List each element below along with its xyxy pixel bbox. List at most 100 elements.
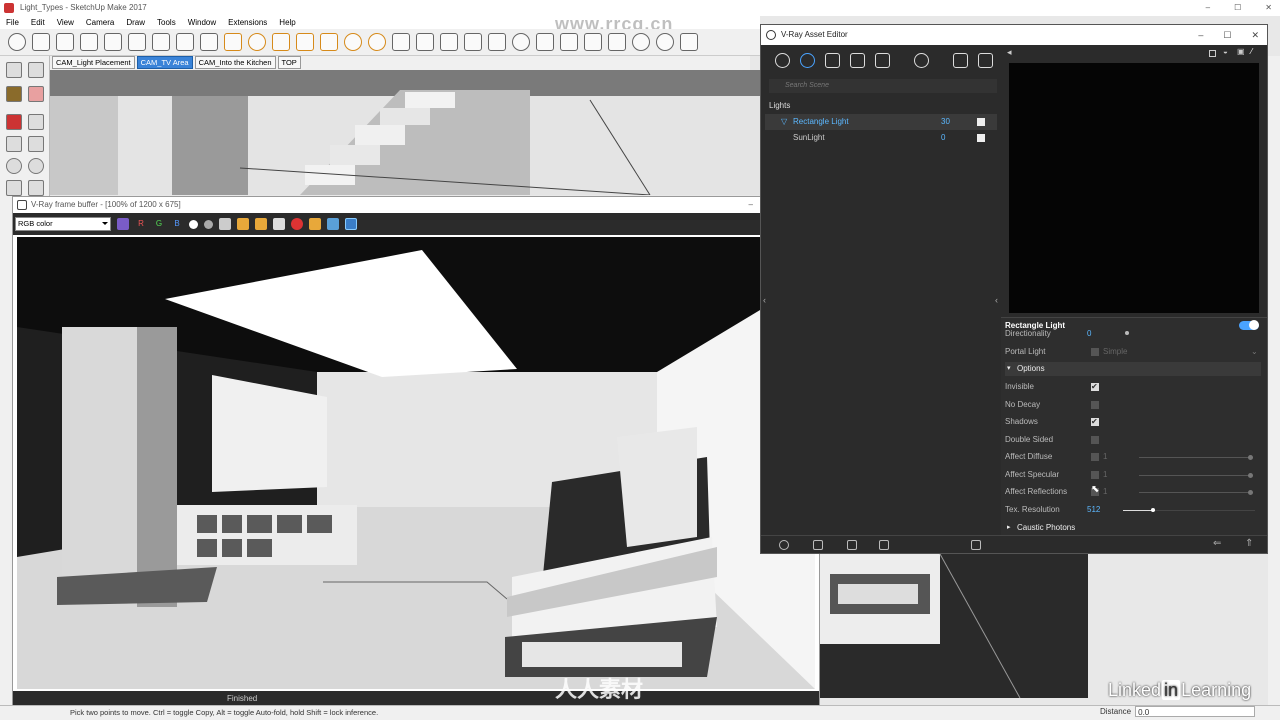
fb-minimize-icon[interactable]: – (749, 197, 753, 213)
scene-tab-into-kitchen[interactable]: CAM_Into the Kitchen (194, 56, 276, 69)
portal-light-checkbox[interactable] (1091, 348, 1099, 356)
cube-icon[interactable] (584, 33, 602, 51)
teapot-settings-icon[interactable] (56, 33, 74, 51)
box-icon[interactable] (560, 33, 578, 51)
rectangle-light-icon[interactable] (224, 33, 242, 51)
menu-draw[interactable]: Draw (126, 16, 145, 29)
menu-camera[interactable]: Camera (86, 16, 114, 29)
globe-icon[interactable] (656, 33, 674, 51)
arrow-left-icon[interactable]: ⇐ (1213, 538, 1221, 549)
preview-teapot-icon[interactable]: ◒ (1223, 47, 1228, 56)
render-region-icon[interactable] (104, 33, 122, 51)
open-folder-icon[interactable] (813, 540, 823, 550)
fur-icon[interactable] (464, 33, 482, 51)
close-icon[interactable]: ✕ (1265, 0, 1272, 16)
camera-icon[interactable] (176, 33, 194, 51)
directionality-slider-knob[interactable] (1125, 331, 1129, 335)
purge-unused-icon[interactable] (971, 540, 981, 550)
select-arrow-icon[interactable] (6, 62, 22, 78)
collapse-right-icon[interactable]: ‹ (995, 295, 998, 305)
batch-render-icon[interactable] (152, 33, 170, 51)
maximize-icon[interactable]: ☐ (1234, 0, 1241, 16)
alpha-channel-icon[interactable] (189, 219, 198, 229)
color-channel-icon[interactable] (117, 218, 129, 230)
proxy-export-icon[interactable] (416, 33, 434, 51)
affect-reflections-slider[interactable] (1139, 490, 1253, 495)
delete-asset-icon[interactable] (879, 540, 889, 550)
pie-icon[interactable] (28, 180, 44, 196)
tex-resolution-value[interactable]: 512 (1087, 503, 1100, 517)
geometry-tab-icon[interactable] (825, 52, 840, 68)
cube-open-icon[interactable] (608, 33, 626, 51)
list-item-sunlight[interactable]: SunLight 0 (765, 130, 997, 146)
affect-diffuse-checkbox[interactable] (1091, 453, 1099, 461)
section-icon[interactable] (512, 33, 530, 51)
affect-specular-slider[interactable] (1139, 473, 1253, 478)
render-last-icon[interactable] (345, 218, 357, 230)
affect-reflections-value[interactable]: 1 (1103, 485, 1107, 499)
materials-tab-icon[interactable] (775, 52, 790, 68)
affect-diffuse-slider[interactable] (1139, 455, 1253, 460)
rectangle-icon[interactable] (6, 136, 22, 152)
frame-buffer-open-icon[interactable] (978, 52, 993, 68)
save-asset-icon[interactable] (847, 540, 857, 550)
invisible-checkbox[interactable] (1091, 380, 1099, 394)
arrow-up-icon[interactable]: ⇑ (1245, 538, 1253, 549)
distance-input[interactable]: 0.0 (1135, 706, 1256, 718)
save-image-icon[interactable] (219, 218, 231, 230)
scene-tab-top[interactable]: TOP (277, 56, 301, 69)
tex-resolution-slider[interactable] (1123, 508, 1155, 512)
scene-tab-tv-area[interactable]: CAM_TV Area (136, 56, 193, 69)
clear-image-icon[interactable] (255, 218, 267, 230)
sphere-light-icon[interactable] (248, 33, 266, 51)
hand-pointer-icon[interactable] (680, 33, 698, 51)
spot-light-icon[interactable] (272, 33, 290, 51)
render-teapot-icon[interactable] (953, 52, 968, 68)
minimize-icon[interactable]: – (1206, 0, 1210, 16)
circle-icon[interactable] (6, 158, 22, 174)
rotated-rectangle-icon[interactable] (28, 136, 44, 152)
preview-lock-icon[interactable]: ▣ (1237, 47, 1245, 56)
collapse-left-icon[interactable]: ‹ (763, 295, 766, 305)
ies-light-icon[interactable] (296, 33, 314, 51)
textures-tab-icon[interactable] (850, 52, 865, 68)
menu-view[interactable]: View (57, 16, 74, 29)
pin-icon[interactable]: ◂ (1007, 47, 1012, 58)
pencil-icon[interactable] (6, 114, 22, 130)
mono-channel-icon[interactable] (204, 219, 213, 229)
double-sided-checkbox[interactable] (1091, 436, 1099, 444)
select-tool-icon[interactable] (8, 33, 26, 51)
green-channel-button[interactable]: G (153, 218, 165, 230)
affect-diffuse-value[interactable]: 1 (1103, 450, 1107, 464)
cloud-icon[interactable] (80, 33, 98, 51)
portal-light-mode[interactable]: Simple (1103, 345, 1127, 359)
channel-select[interactable]: RGB color (15, 217, 111, 231)
red-channel-button[interactable]: R (135, 218, 147, 230)
paint-bucket-icon[interactable] (6, 86, 22, 102)
render-elements-tab-icon[interactable] (875, 52, 890, 68)
menu-window[interactable]: Window (188, 16, 216, 29)
frame-buffer-icon[interactable] (128, 33, 146, 51)
track-mouse-icon[interactable] (309, 218, 321, 230)
rendered-image[interactable] (17, 237, 815, 689)
lights-tab-icon[interactable] (800, 52, 815, 68)
ae-minimize-icon[interactable]: – (1198, 25, 1203, 45)
caustic-photons-section-header[interactable]: ▸ Caustic Photons (1005, 521, 1261, 535)
menu-edit[interactable]: Edit (31, 16, 45, 29)
list-item-rectangle-light[interactable]: ▽ Rectangle Light 30 (765, 114, 997, 130)
sketchup-viewport[interactable] (50, 70, 760, 195)
ae-close-icon[interactable]: ✕ (1251, 25, 1259, 45)
settings-gear-icon[interactable] (914, 52, 929, 68)
preview-object-icon[interactable] (1209, 50, 1216, 57)
scene-search-input[interactable]: Search Scene (769, 79, 997, 93)
region-render-icon[interactable] (327, 218, 339, 230)
add-light-icon[interactable] (779, 540, 789, 550)
mesh-clipper-icon[interactable] (488, 33, 506, 51)
shadows-checkbox[interactable] (1091, 415, 1099, 429)
menu-extensions[interactable]: Extensions (228, 16, 267, 29)
menu-file[interactable]: File (6, 16, 19, 29)
freehand-icon[interactable] (28, 114, 44, 130)
menu-tools[interactable]: Tools (157, 16, 176, 29)
options-section-header[interactable]: ▾ Options (1005, 362, 1261, 376)
affect-specular-checkbox[interactable] (1091, 471, 1099, 479)
